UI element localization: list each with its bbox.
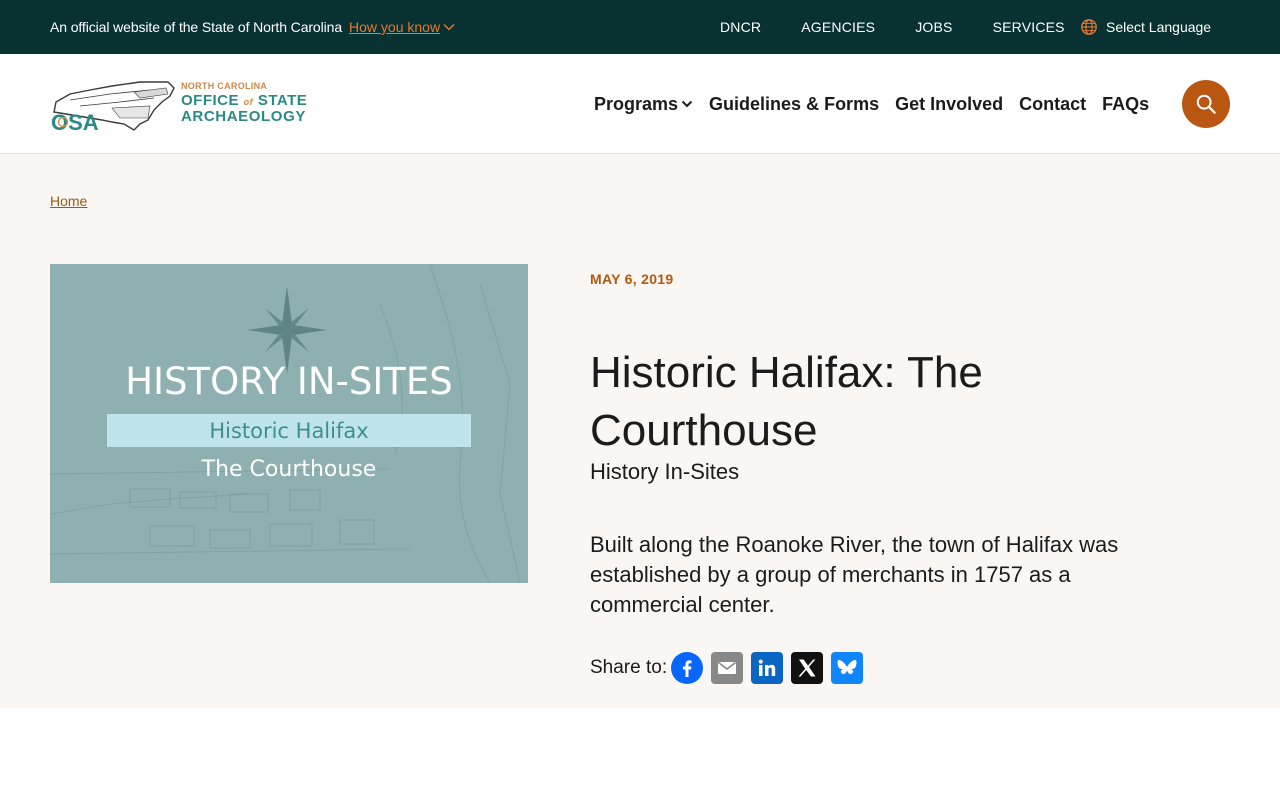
utility-link-dncr[interactable]: DNCR <box>720 19 761 35</box>
utility-link-jobs[interactable]: JOBS <box>915 19 952 35</box>
share-email-button[interactable] <box>711 652 744 684</box>
nav-item-faqs[interactable]: FAQs <box>1102 94 1149 115</box>
nc-map-logo-icon: OSA <box>51 81 175 132</box>
facebook-icon <box>683 660 692 677</box>
share-bluesky-button[interactable] <box>831 652 864 684</box>
site-logo[interactable]: OSA NORTH CAROLINA OFFICE of STATE ARCHA… <box>50 78 310 134</box>
x-icon <box>798 659 816 677</box>
how-you-know-label: How you know <box>349 19 441 35</box>
page-title: Historic Halifax: The Courthouse <box>590 348 983 455</box>
share-x-button[interactable] <box>791 652 824 684</box>
how-you-know-toggle[interactable]: How you know <box>349 19 455 35</box>
nav-item-contact[interactable]: Contact <box>1019 94 1086 115</box>
language-label: Select Language <box>1106 19 1212 35</box>
nav-item-get-involved[interactable]: Get Involved <box>895 94 1003 115</box>
article-series: History In-Sites <box>590 459 740 484</box>
search-button[interactable] <box>1182 80 1230 128</box>
logo-line-state: NORTH CAROLINA <box>181 81 268 91</box>
nav-item-programs[interactable]: Programs <box>594 94 693 115</box>
chevron-down-icon <box>443 24 455 31</box>
share-label: Share to: <box>590 657 668 678</box>
share-bar: Share to: <box>590 652 864 684</box>
utility-link-agencies[interactable]: AGENCIES <box>801 19 875 35</box>
logo-line-office: OFFICE of STATE <box>181 92 308 109</box>
official-banner: An official website of the State of Nort… <box>0 0 1280 54</box>
bluesky-icon <box>837 659 857 675</box>
main-nav: Programs Guidelines & Forms Get Involved… <box>594 54 1165 154</box>
article-hero: Home HISTORY IN-SITES Historic Halifax T… <box>0 154 1280 708</box>
share-linkedin-button[interactable] <box>751 652 784 684</box>
nav-item-guidelines-forms[interactable]: Guidelines & Forms <box>709 94 879 115</box>
breadcrumb-home[interactable]: Home <box>50 193 87 209</box>
email-icon <box>718 661 737 674</box>
utility-link-services[interactable]: SERVICES <box>993 19 1065 35</box>
logo-line-archaeology: ARCHAEOLOGY <box>181 108 306 125</box>
nav-programs-label: Programs <box>594 93 679 114</box>
image-title: HISTORY IN-SITES <box>125 360 453 403</box>
article-date: MAY 6, 2019 <box>590 271 674 287</box>
article-feature-image: HISTORY IN-SITES Historic Halifax The Co… <box>50 264 528 583</box>
official-site-text: An official website of the State of Nort… <box>50 19 343 35</box>
image-subtitle-bar: Historic Halifax <box>107 414 471 447</box>
share-facebook-button[interactable] <box>671 652 704 684</box>
linkedin-icon <box>758 659 776 676</box>
image-caption: The Courthouse <box>201 457 377 482</box>
logo-wordmark: NORTH CAROLINA OFFICE of STATE ARCHAEOLO… <box>181 81 308 125</box>
utility-nav: DNCR AGENCIES JOBS SERVICES <box>720 0 1105 54</box>
site-header: OSA NORTH CAROLINA OFFICE of STATE ARCHA… <box>0 54 1280 154</box>
chevron-down-icon <box>681 100 693 108</box>
search-icon <box>1196 94 1216 114</box>
article-lede: Built along the Roanoke River, the town … <box>590 532 1119 617</box>
language-selector[interactable]: Select Language <box>1080 0 1211 54</box>
globe-icon <box>1081 19 1097 35</box>
